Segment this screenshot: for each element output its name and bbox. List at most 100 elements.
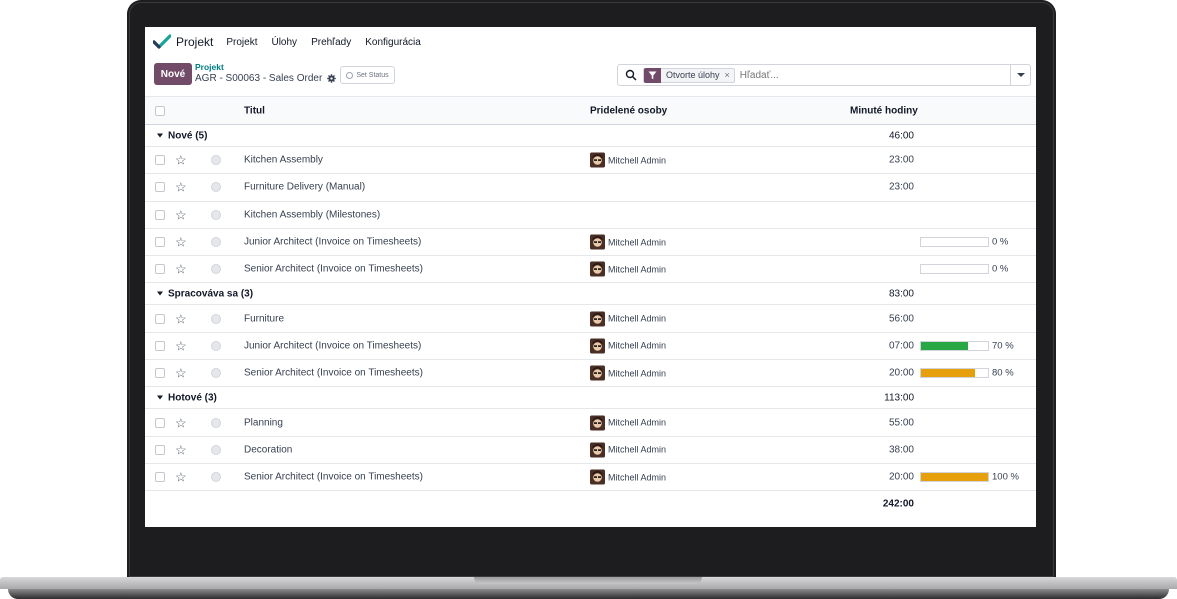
assignee-name: Mitchell Admin xyxy=(608,264,667,275)
assignee[interactable]: Mitchell Admin xyxy=(590,338,667,354)
assignee[interactable]: Mitchell Admin xyxy=(590,311,667,327)
star-icon[interactable]: ☆ xyxy=(175,339,187,352)
avatar xyxy=(590,152,605,168)
progress-percent: 0 % xyxy=(992,263,1009,275)
star-icon[interactable]: ☆ xyxy=(175,367,187,380)
column-header-title[interactable]: Titul xyxy=(244,105,265,116)
breadcrumb: Projekt AGR - S00063 - Sales Order xyxy=(195,62,337,84)
nav-item-konfiguracia[interactable]: Konfigurácia xyxy=(365,37,421,48)
column-header-assignees[interactable]: Pridelené osoby xyxy=(590,105,667,116)
assignee[interactable]: Mitchell Admin xyxy=(590,365,666,381)
table-row[interactable]: ☆ Senior Architect (Invoice on Timesheets… xyxy=(145,360,1036,388)
status-dot-icon[interactable] xyxy=(211,472,221,483)
row-checkbox[interactable] xyxy=(155,209,165,220)
control-panel: Nové Projekt AGR - S00063 - Sales Order … xyxy=(145,57,1036,97)
star-icon[interactable]: ☆ xyxy=(175,471,187,484)
table-row[interactable]: ☆ Kitchen Assembly (Milestones) xyxy=(145,202,1036,229)
select-all-checkbox[interactable] xyxy=(155,105,165,116)
gear-icon[interactable] xyxy=(327,74,337,83)
star-icon[interactable]: ☆ xyxy=(175,236,187,249)
group-total-hours: 83:00 xyxy=(888,288,914,300)
task-title: Junior Architect (Invoice on Timesheets) xyxy=(244,340,422,352)
star-icon[interactable]: ☆ xyxy=(175,208,187,221)
column-header-hours[interactable]: Minuté hodiny xyxy=(850,105,918,116)
star-icon[interactable]: ☆ xyxy=(175,181,187,194)
row-checkbox[interactable] xyxy=(155,444,165,455)
app-name[interactable]: Projekt xyxy=(176,35,213,49)
table-row[interactable]: ☆ Furniture Delivery (Manual) 23:00 xyxy=(145,174,1036,202)
star-icon[interactable]: ☆ xyxy=(175,263,187,276)
status-dot-icon[interactable] xyxy=(211,340,221,351)
row-checkbox[interactable] xyxy=(155,313,165,324)
nav-item-prehlady[interactable]: Prehľady xyxy=(311,37,351,48)
star-icon[interactable]: ☆ xyxy=(175,416,187,429)
search-options-toggle[interactable] xyxy=(1010,65,1030,85)
table-row[interactable]: ☆ Senior Architect (Invoice on Timesheets… xyxy=(145,464,1036,492)
star-icon[interactable]: ☆ xyxy=(175,312,187,325)
row-checkbox[interactable] xyxy=(155,417,165,428)
hours-spent: 56:00 xyxy=(888,313,914,325)
table-row[interactable]: ☆ Junior Architect (Invoice on Timesheets… xyxy=(145,333,1036,361)
project-app-logo-icon[interactable] xyxy=(153,34,171,50)
task-title: Senior Architect (Invoice on Timesheets) xyxy=(244,471,423,483)
status-dot-icon[interactable] xyxy=(211,444,221,455)
breadcrumb-parent-link[interactable]: Projekt xyxy=(195,62,336,72)
status-dot-icon[interactable] xyxy=(211,182,221,193)
task-title: Planning xyxy=(244,417,283,429)
assignee[interactable]: Mitchell Admin xyxy=(590,234,666,250)
assignee[interactable]: Mitchell Admin xyxy=(590,469,667,485)
group-header[interactable]: Hotové (3) 113:00 xyxy=(145,387,1036,410)
row-checkbox[interactable] xyxy=(155,264,165,275)
list-body: Nové (5) 46:00 ☆ Kitchen Assembly Mitchell A… xyxy=(145,125,1036,492)
caret-down-icon xyxy=(1016,73,1025,77)
set-status-button[interactable]: Set Status xyxy=(340,66,395,84)
facet-remove-icon[interactable]: × xyxy=(725,70,734,80)
assignee-name: Mitchell Admin xyxy=(608,472,667,483)
status-dot-icon[interactable] xyxy=(211,368,221,379)
status-dot-icon[interactable] xyxy=(211,209,221,220)
filter-icon xyxy=(644,67,661,83)
table-row[interactable]: ☆ Furniture Mitchell Admin 56:00 xyxy=(145,305,1036,333)
assignee-name: Mitchell Admin xyxy=(608,340,667,351)
row-checkbox[interactable] xyxy=(155,368,165,379)
table-row[interactable]: ☆ Junior Architect (Invoice on Timesheets… xyxy=(145,229,1036,257)
table-row[interactable]: ☆ Kitchen Assembly Mitchell Admin 23:00 xyxy=(145,147,1036,175)
status-dot-icon[interactable] xyxy=(211,155,221,166)
progress-percent: 70 % xyxy=(992,340,1014,352)
nav-item-ulohy[interactable]: Úlohy xyxy=(271,37,297,48)
star-icon[interactable]: ☆ xyxy=(175,154,187,167)
search-bar[interactable]: Otvorte úlohy × xyxy=(617,64,1031,86)
progress-bar xyxy=(920,340,989,351)
group-total-hours: 113:00 xyxy=(884,392,914,404)
row-checkbox[interactable] xyxy=(155,340,165,351)
assignee[interactable]: Mitchell Admin xyxy=(590,261,667,277)
row-checkbox[interactable] xyxy=(155,472,165,483)
task-title: Kitchen Assembly xyxy=(244,154,323,166)
search-input[interactable] xyxy=(739,69,990,81)
hours-spent: 20:00 xyxy=(888,367,914,379)
row-checkbox[interactable] xyxy=(155,237,165,248)
assignee[interactable]: Mitchell Admin xyxy=(590,152,666,168)
status-dot-icon[interactable] xyxy=(211,313,221,324)
status-dot-icon[interactable] xyxy=(211,417,221,428)
row-checkbox[interactable] xyxy=(155,155,165,166)
status-dot-icon[interactable] xyxy=(211,237,221,248)
table-row[interactable]: ☆ Decoration Mitchell Admin 38:00 xyxy=(145,437,1036,464)
assignee-name: Mitchell Admin xyxy=(608,313,667,324)
group-header[interactable]: Spracováva sa (3) 83:00 xyxy=(145,283,1036,306)
table-row[interactable]: ☆ Planning Mitchell Admin 55:00 xyxy=(145,409,1036,437)
assignee[interactable]: Mitchell Admin xyxy=(590,442,666,458)
assignee[interactable]: Mitchell Admin xyxy=(590,415,666,431)
progress-percent: 0 % xyxy=(992,236,1009,248)
table-row[interactable]: ☆ Senior Architect (Invoice on Timesheets… xyxy=(145,256,1036,284)
star-icon[interactable]: ☆ xyxy=(175,443,187,456)
status-dot-icon[interactable] xyxy=(211,264,221,275)
avatar xyxy=(590,365,605,381)
search-icon[interactable] xyxy=(625,69,637,81)
new-button[interactable]: Nové xyxy=(154,63,192,85)
task-title: Decoration xyxy=(244,444,293,456)
row-checkbox[interactable] xyxy=(155,182,165,193)
group-header[interactable]: Nové (5) 46:00 xyxy=(145,125,1036,147)
nav-item-projekt[interactable]: Projekt xyxy=(226,37,257,48)
progress-bar xyxy=(920,472,989,483)
